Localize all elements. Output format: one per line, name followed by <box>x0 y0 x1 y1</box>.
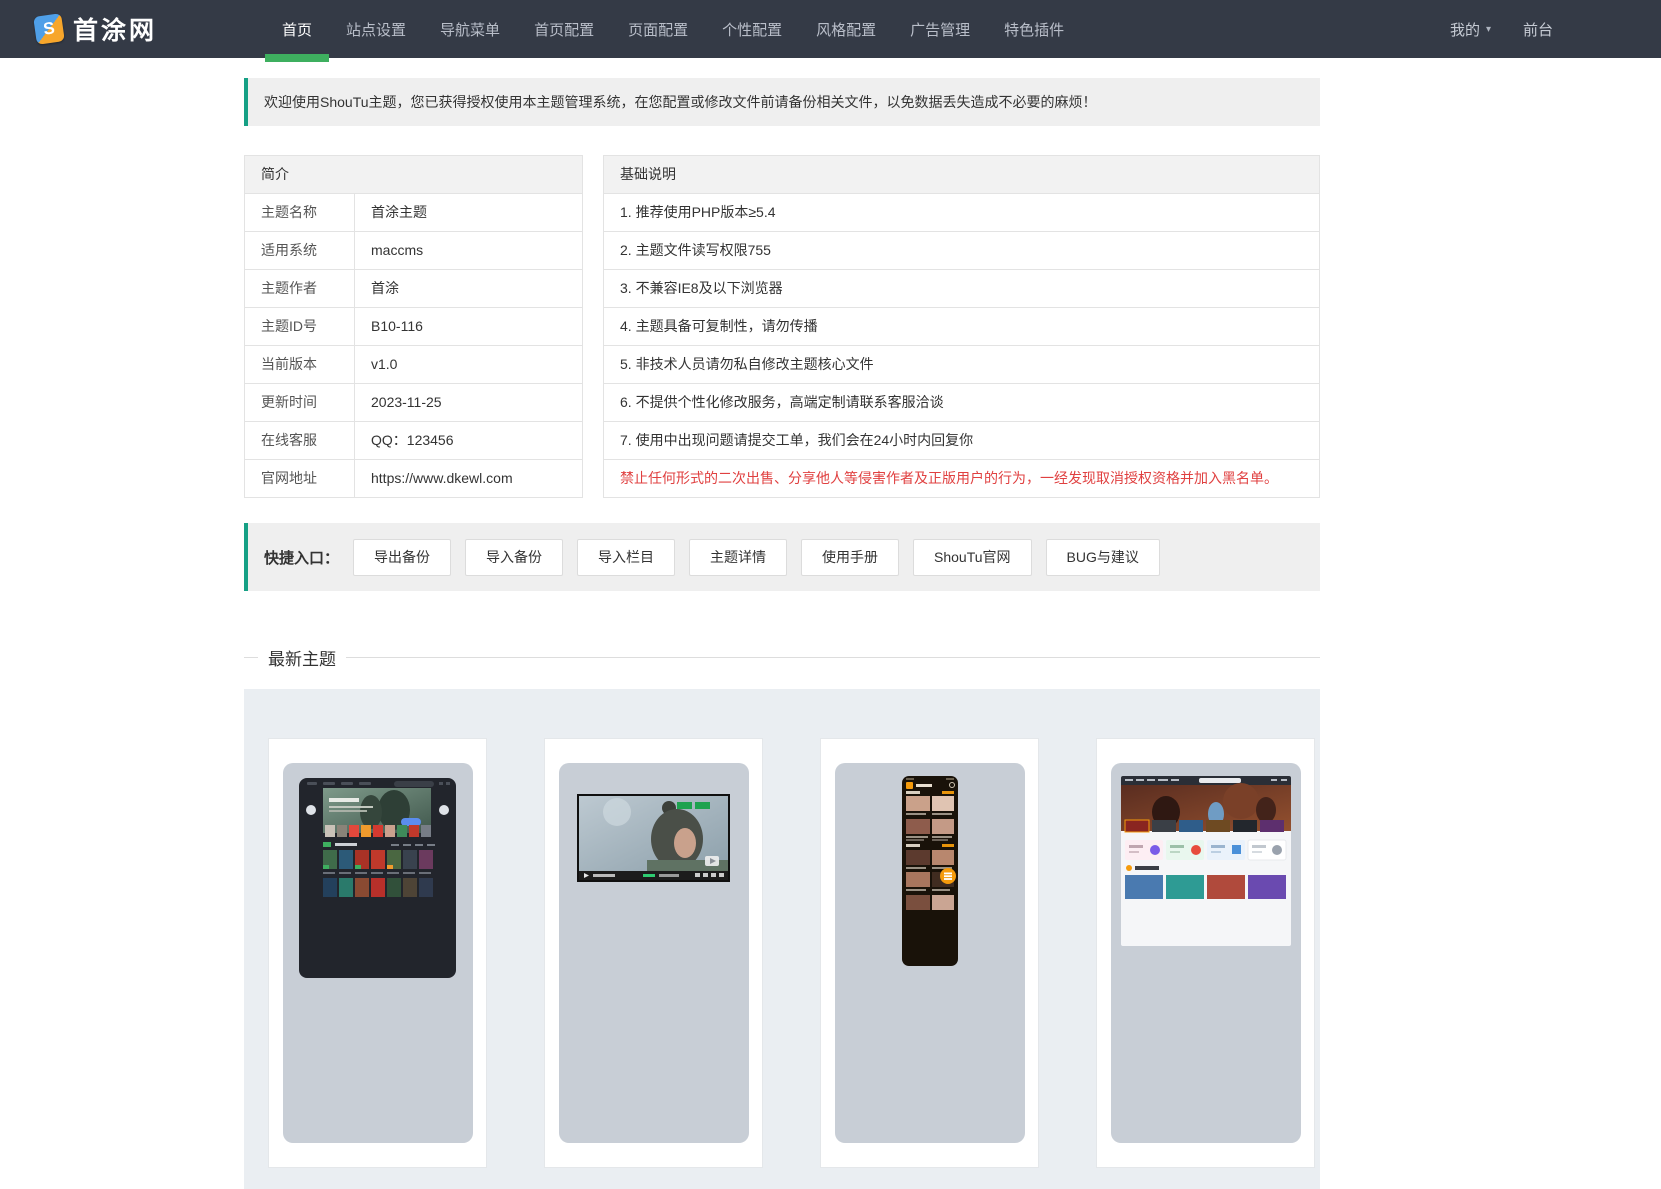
note-item: 3. 不兼容IE8及以下浏览器 <box>603 269 1320 308</box>
table-row: 4. 主题具备可复制性，请勿传播 <box>603 307 1320 346</box>
latest-themes-heading: 最新主题 <box>244 645 1320 669</box>
note-item: 7. 使用中出现问题请提交工单，我们会在24小时内回复你 <box>603 421 1320 460</box>
notes-table: 基础说明 1. 推荐使用PHP版本≥5.4 2. 主题文件读写权限755 3. … <box>603 155 1320 498</box>
row-label: 官网地址 <box>244 459 355 498</box>
quick-entry-label: 快捷入口： <box>264 549 340 567</box>
theme-1-preview-image <box>299 778 456 978</box>
row-value: 2023-11-25 <box>354 383 583 422</box>
table-row: 1. 推荐使用PHP版本≥5.4 <box>603 193 1320 232</box>
latest-themes-section <box>244 689 1320 1189</box>
export-backup-button[interactable]: 导出备份 <box>353 538 452 576</box>
table-row: 禁止任何形式的二次出售、分享他人等侵害作者及正版用户的行为，一经发现取消授权资格… <box>603 459 1320 498</box>
theme-card-4[interactable] <box>1096 738 1315 1168</box>
table-row: 在线客服 QQ：123456 <box>244 421 583 460</box>
main-nav: 首页 站点设置 导航菜单 首页配置 页面配置 个性配置 风格配置 广告管理 特色… <box>265 0 1081 62</box>
note-item: 4. 主题具备可复制性，请勿传播 <box>603 307 1320 346</box>
theme-card-2[interactable] <box>544 738 763 1168</box>
theme-detail-button[interactable]: 主题详情 <box>689 538 788 576</box>
import-category-button[interactable]: 导入栏目 <box>577 538 676 576</box>
theme-thumbnail <box>282 763 473 1143</box>
row-value: 首涂 <box>354 269 583 308</box>
welcome-banner: 欢迎使用ShouTu主题，您已获得授权使用本主题管理系统，在您配置或修改文件前请… <box>244 78 1320 126</box>
logo-text: 首涂网 <box>73 17 158 45</box>
manual-button[interactable]: 使用手册 <box>801 538 900 576</box>
logo-monogram: S <box>41 18 56 39</box>
table-row: 主题名称 首涂主题 <box>244 193 583 232</box>
row-label: 更新时间 <box>244 383 355 422</box>
row-value: B10-116 <box>354 307 583 346</box>
table-row: 适用系统 maccms <box>244 231 583 270</box>
import-backup-button[interactable]: 导入备份 <box>465 538 564 576</box>
my-dropdown-label: 我的 <box>1449 21 1480 39</box>
info-tables: 简介 主题名称 首涂主题 适用系统 maccms 主题作者 首涂 主题ID号 B10-1… <box>244 155 1320 498</box>
table-row: 3. 不兼容IE8及以下浏览器 <box>603 269 1320 308</box>
intro-table: 简介 主题名称 首涂主题 适用系统 maccms 主题作者 首涂 主题ID号 B10-1… <box>244 155 583 498</box>
note-item: 2. 主题文件读写权限755 <box>603 231 1320 270</box>
note-item: 1. 推荐使用PHP版本≥5.4 <box>603 193 1320 232</box>
logo-icon: S <box>33 13 65 45</box>
heading-line-right <box>346 656 1320 658</box>
theme-card-1[interactable] <box>268 738 487 1168</box>
nav-item-ad-management[interactable]: 广告管理 <box>893 0 987 58</box>
note-item: 5. 非技术人员请勿私自修改主题核心文件 <box>603 345 1320 384</box>
row-label: 主题作者 <box>244 269 355 308</box>
caret-down-icon: ▾ <box>1485 23 1491 35</box>
table-row: 更新时间 2023-11-25 <box>244 383 583 422</box>
section-title-text: 最新主题 <box>268 649 336 669</box>
nav-item-personal-config[interactable]: 个性配置 <box>705 0 799 58</box>
nav-item-style-config[interactable]: 风格配置 <box>799 0 893 58</box>
nav-item-home[interactable]: 首页 <box>265 0 330 62</box>
theme-2-preview-image <box>577 794 730 882</box>
nav-item-site-settings[interactable]: 站点设置 <box>329 0 423 58</box>
notes-table-title: 基础说明 <box>603 155 1320 194</box>
row-value: QQ：123456 <box>354 421 583 460</box>
quick-entry-bar: 快捷入口： 导出备份 导入备份 导入栏目 主题详情 使用手册 ShouTu官网 … <box>244 523 1320 591</box>
navbar-right: 我的 ▾ 前台 <box>1450 0 1553 58</box>
table-row: 2. 主题文件读写权限755 <box>603 231 1320 270</box>
row-label: 当前版本 <box>244 345 355 384</box>
my-dropdown[interactable]: 我的 ▾ <box>1450 19 1491 40</box>
table-row: 6. 不提供个性化修改服务，高端定制请联系客服洽谈 <box>603 383 1320 422</box>
row-value: maccms <box>354 231 583 270</box>
table-row: 7. 使用中出现问题请提交工单，我们会在24小时内回复你 <box>603 421 1320 460</box>
shoutu-website-button[interactable]: ShouTu官网 <box>913 538 1032 576</box>
table-row: 5. 非技术人员请勿私自修改主题核心文件 <box>603 345 1320 384</box>
frontend-link[interactable]: 前台 <box>1523 19 1553 40</box>
note-item: 6. 不提供个性化修改服务，高端定制请联系客服洽谈 <box>603 383 1320 422</box>
row-label: 适用系统 <box>244 231 355 270</box>
row-value: v1.0 <box>354 345 583 384</box>
theme-3-preview-image <box>901 776 958 966</box>
table-row: 主题ID号 B10-116 <box>244 307 583 346</box>
theme-thumbnail <box>834 763 1025 1143</box>
theme-card-3[interactable] <box>820 738 1039 1168</box>
table-row: 主题作者 首涂 <box>244 269 583 308</box>
nav-item-featured-plugins[interactable]: 特色插件 <box>987 0 1081 58</box>
table-row: 当前版本 v1.0 <box>244 345 583 384</box>
nav-item-home-config[interactable]: 首页配置 <box>517 0 611 58</box>
theme-4-preview-image <box>1120 776 1291 946</box>
theme-thumbnail <box>558 763 749 1143</box>
top-navbar: S 首涂网 首页 站点设置 导航菜单 首页配置 页面配置 个性配置 风格配置 广… <box>0 0 1661 62</box>
welcome-text: 欢迎使用ShouTu主题，您已获得授权使用本主题管理系统，在您配置或修改文件前请… <box>264 94 1097 110</box>
row-label: 主题ID号 <box>244 307 355 346</box>
row-label: 在线客服 <box>244 421 355 460</box>
table-row: 官网地址 https://www.dkewl.com <box>244 459 583 498</box>
heading-line-left <box>244 656 258 658</box>
warning-text: 禁止任何形式的二次出售、分享他人等侵害作者及正版用户的行为，一经发现取消授权资格… <box>603 459 1320 498</box>
intro-table-title: 简介 <box>244 155 583 194</box>
nav-item-nav-menu[interactable]: 导航菜单 <box>423 0 517 58</box>
bug-suggest-button[interactable]: BUG与建议 <box>1045 538 1160 576</box>
site-logo[interactable]: S 首涂网 <box>33 0 158 58</box>
row-label: 主题名称 <box>244 193 355 232</box>
nav-item-page-config[interactable]: 页面配置 <box>611 0 705 58</box>
theme-thumbnail <box>1110 763 1301 1143</box>
row-value: https://www.dkewl.com <box>354 459 583 498</box>
row-value: 首涂主题 <box>354 193 583 232</box>
